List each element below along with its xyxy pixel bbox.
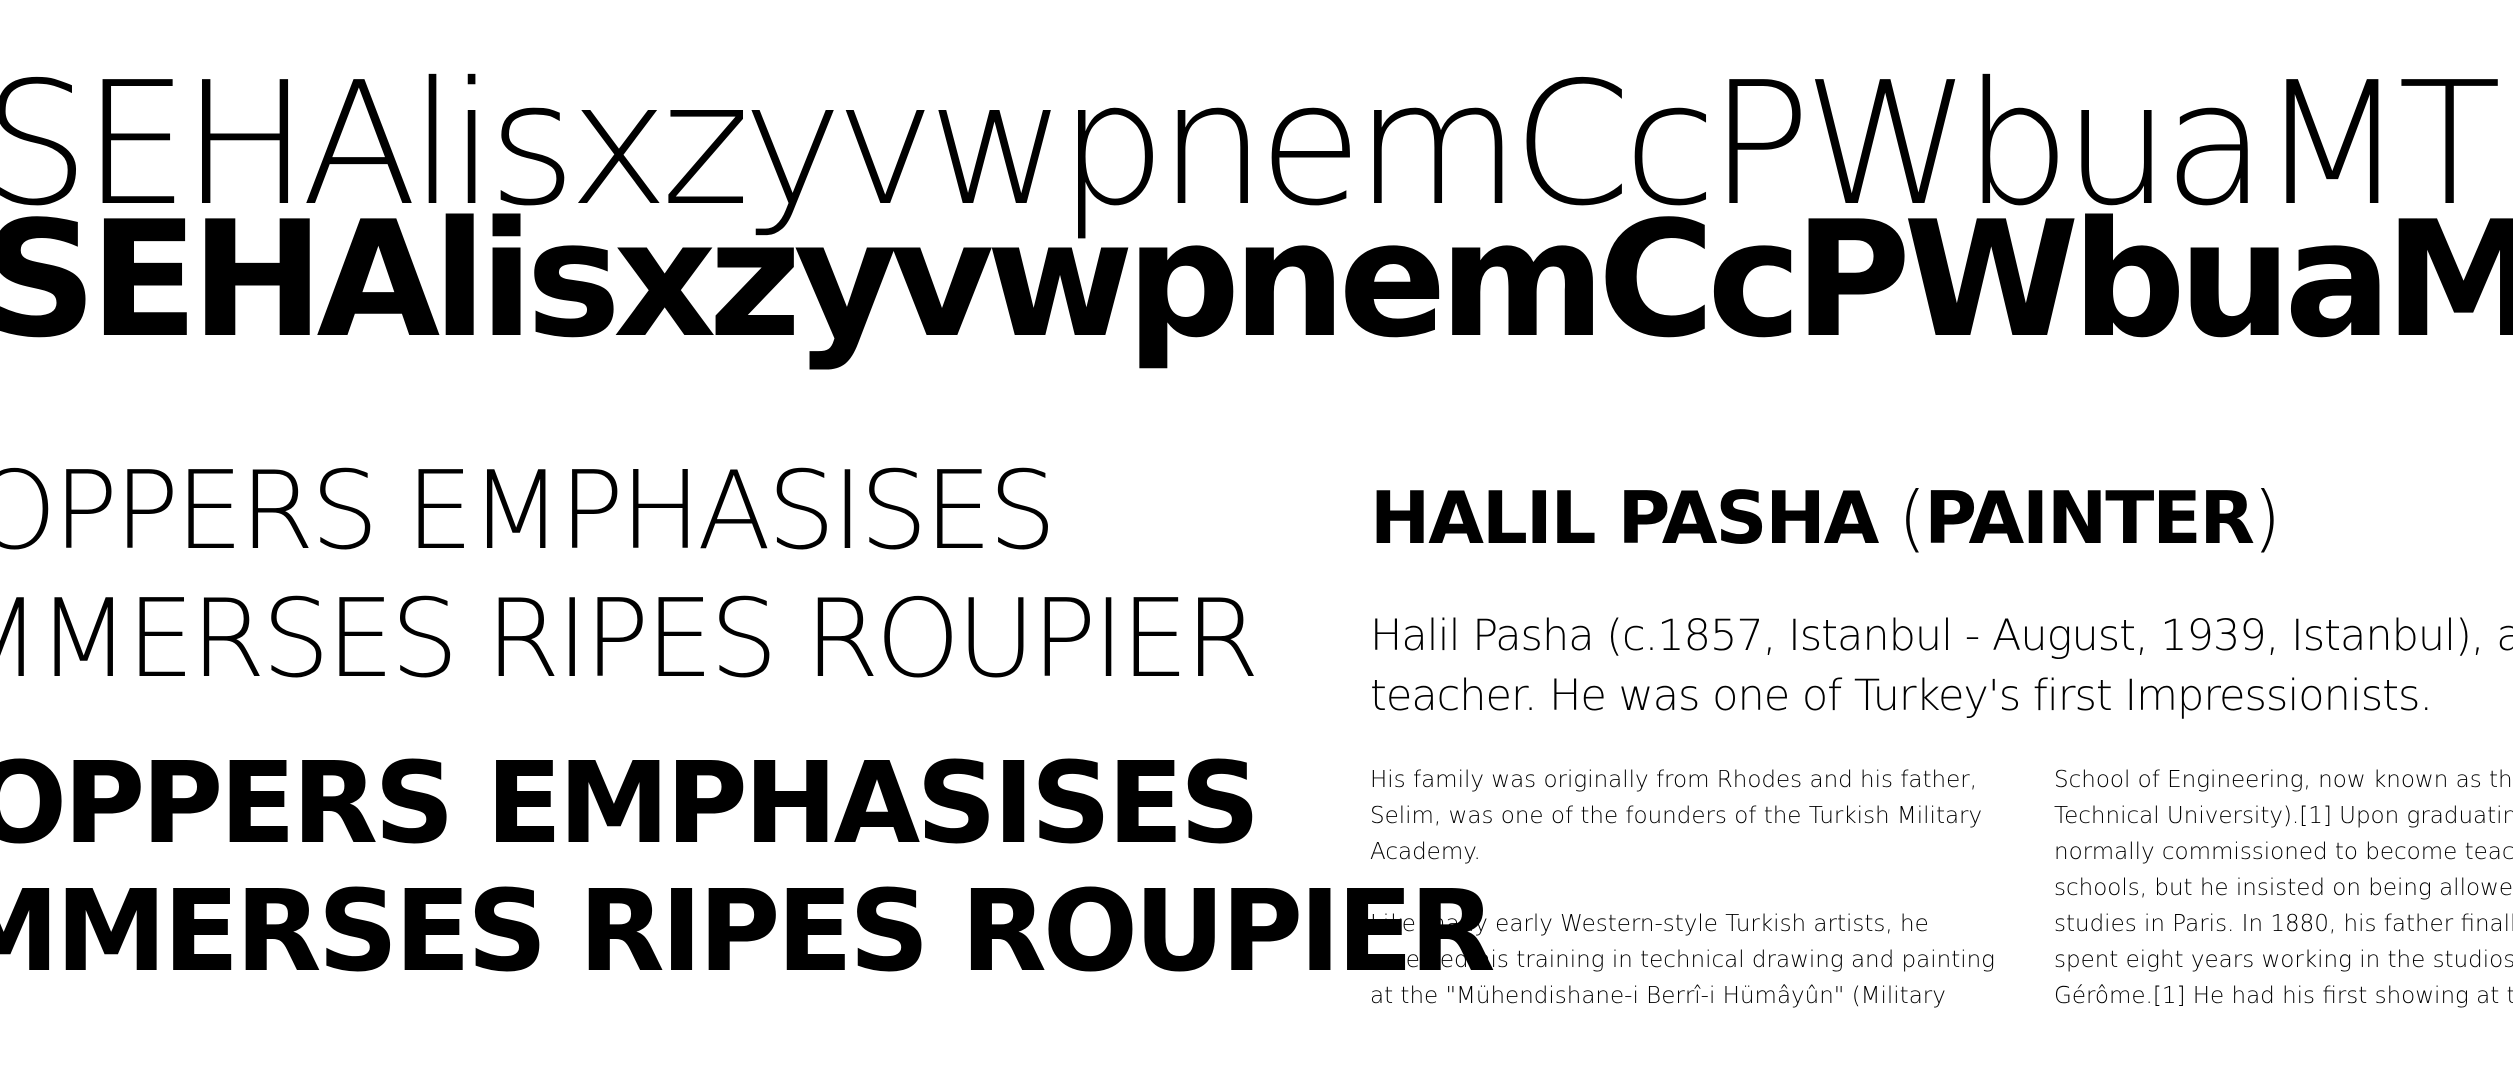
article-title-open-paren: ( [1877,476,1926,560]
article-title: HALIL PASHA (PAINTER) [1370,482,2281,554]
phrase-bold-line-1: OPPERS EMPHASISES [0,739,1260,869]
article-lead: Halil Pasha (c.1857, Istanbul - August, … [1370,611,2513,721]
article-column-right: School of Engineering, now known as the … [2054,762,2513,1050]
phrase-light-line-2: MMERSES RIPES ROUPIER [0,577,1260,702]
article-column-left: His family was originally from Rhodes an… [1370,762,2010,1050]
article-title-close-paren: ) [2252,476,2281,560]
article-title-sub: PAINTER [1924,476,2255,560]
glyph-row-bold: SEHAlisxzyvwpnemCcPWbuaMTROgtq [0,186,2513,373]
article-title-main: HALIL PASHA [1370,476,1879,560]
article-paragraph: School of Engineering, now known as the … [2054,767,2513,1009]
article-paragraph: His family was originally from Rhodes an… [1370,767,1983,865]
article-paragraph: Like many early Western-style Turkish ar… [1370,911,1995,1009]
type-specimen: SEHAlisxzyvwpnemCcPWbuaMTROgtqNrBf SEHAl… [0,0,2513,1079]
phrase-bold-line-2: MMERSES RIPES ROUPIER [0,867,1496,997]
phrase-light-line-1: OPPERS EMPHASISES [0,449,1057,574]
